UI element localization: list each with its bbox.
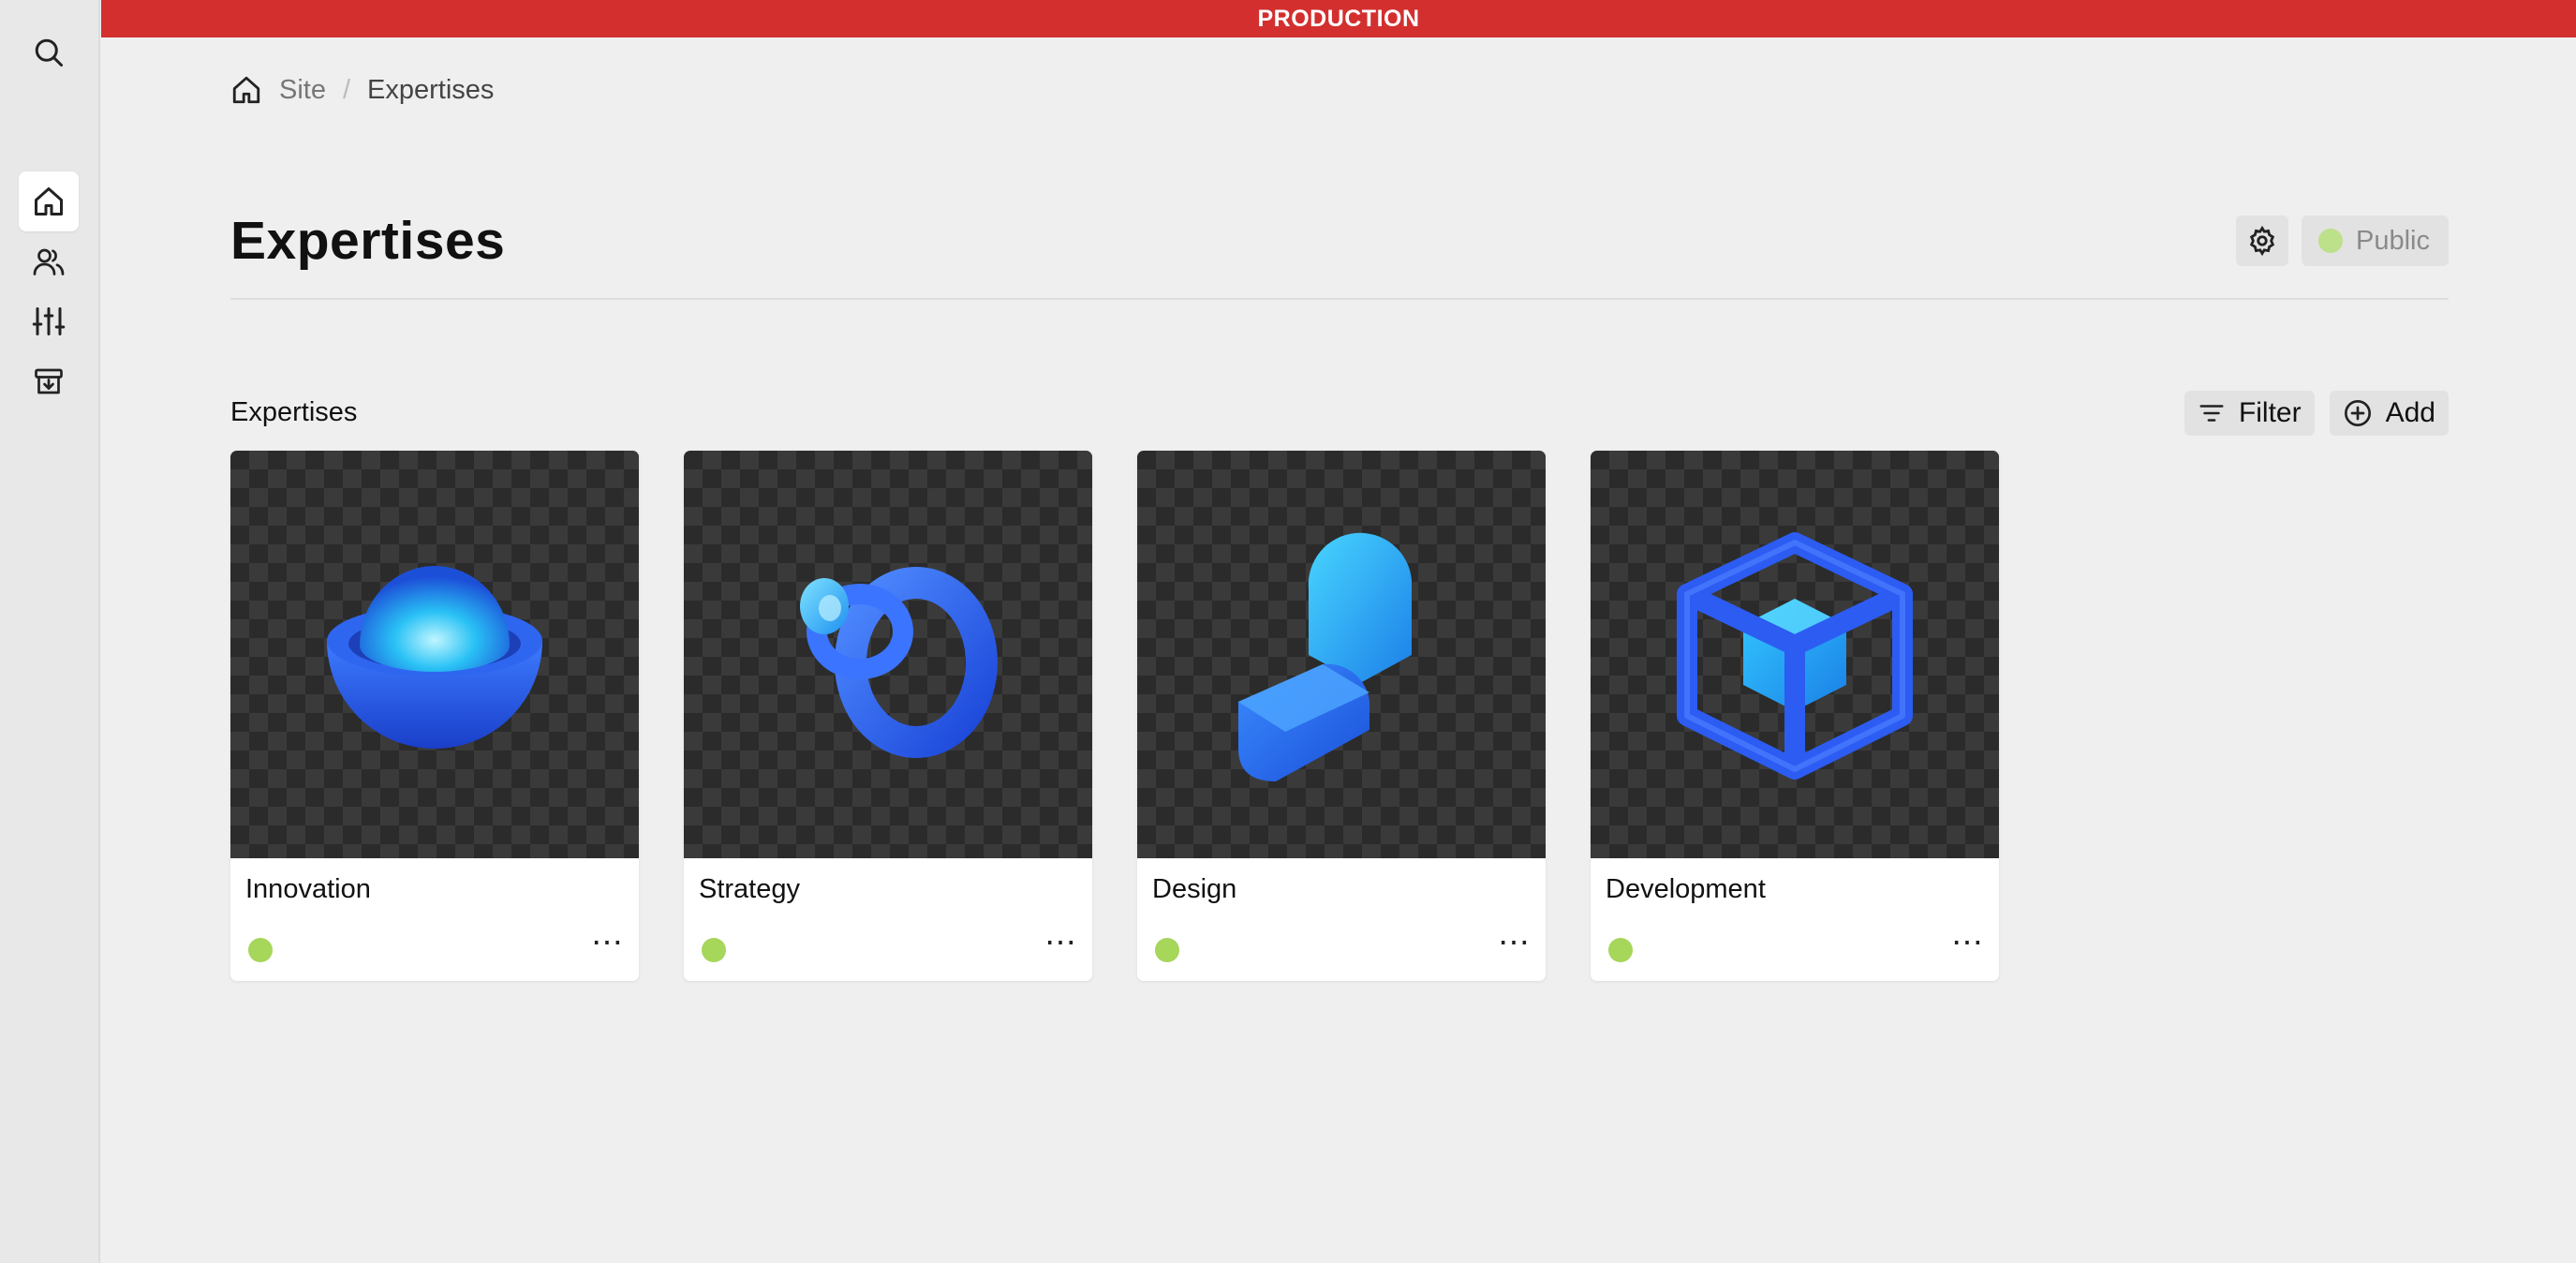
search-button[interactable]	[19, 22, 79, 82]
visibility-label: Public	[2356, 225, 2430, 256]
card-title: Design	[1152, 874, 1237, 904]
plus-circle-icon	[2344, 400, 2371, 426]
expertise-card[interactable]: Development ⋯	[1591, 451, 1999, 981]
status-dot	[1155, 938, 1179, 962]
more-options-icon[interactable]: ⋯	[1951, 924, 1984, 961]
card-title: Innovation	[245, 874, 371, 904]
add-button[interactable]: Add	[2329, 391, 2449, 436]
sidebar-item-settings[interactable]	[19, 291, 79, 351]
gear-icon	[2249, 225, 2275, 257]
breadcrumb-current: Expertises	[367, 74, 495, 105]
expertise-card[interactable]: Strategy ⋯	[684, 451, 1092, 981]
status-dot	[248, 938, 273, 962]
card-title: Development	[1606, 874, 1766, 904]
wire-cube-image	[1677, 531, 1913, 780]
section-actions: Filter Add	[2184, 391, 2449, 436]
filter-label: Filter	[2238, 397, 2302, 428]
breadcrumb-site[interactable]: Site	[279, 75, 326, 106]
status-dot	[702, 938, 726, 962]
breadcrumb-home[interactable]	[230, 74, 262, 106]
home-icon	[232, 76, 260, 104]
section-title: Expertises	[230, 397, 358, 427]
archive-icon	[35, 368, 63, 394]
sidebar	[0, 0, 100, 1263]
environment-banner: PRODUCTION	[101, 0, 2576, 37]
users-icon	[33, 248, 65, 275]
breadcrumb: Site / Expertises	[230, 71, 494, 109]
more-options-icon[interactable]: ⋯	[591, 924, 624, 961]
card-thumbnail	[1137, 451, 1546, 858]
card-thumbnail	[1591, 451, 1999, 858]
search-icon	[35, 38, 63, 67]
arch-block-image	[1238, 532, 1412, 781]
page-title: Expertises	[230, 211, 506, 271]
sidebar-item-archive[interactable]	[19, 351, 79, 411]
breadcrumb-separator: /	[342, 74, 351, 105]
header-actions: Public	[2236, 215, 2449, 266]
rings-image	[800, 566, 998, 758]
status-dot	[1608, 938, 1633, 962]
expertise-card-grid: Innovation ⋯ Strategy ⋯ Design ⋯ Develop…	[230, 451, 1999, 981]
expertise-card[interactable]: Innovation ⋯	[230, 451, 639, 981]
filter-button[interactable]: Filter	[2184, 391, 2315, 436]
home-icon	[35, 187, 63, 215]
card-thumbnail	[230, 451, 639, 858]
sidebar-item-users[interactable]	[19, 231, 79, 291]
bowl-sphere-image	[327, 565, 542, 749]
filter-icon	[2199, 405, 2224, 422]
header-divider	[230, 298, 2449, 300]
expertise-card[interactable]: Design ⋯	[1137, 451, 1546, 981]
card-thumbnail	[684, 451, 1092, 858]
add-label: Add	[2385, 397, 2435, 428]
more-options-icon[interactable]: ⋯	[1044, 924, 1077, 961]
sliders-icon	[32, 307, 66, 335]
sidebar-item-home[interactable]	[19, 171, 79, 231]
more-options-icon[interactable]: ⋯	[1498, 924, 1531, 961]
card-title: Strategy	[699, 874, 800, 904]
visibility-status-button[interactable]: Public	[2302, 215, 2449, 266]
settings-button[interactable]	[2236, 215, 2288, 266]
status-dot	[2318, 229, 2343, 253]
